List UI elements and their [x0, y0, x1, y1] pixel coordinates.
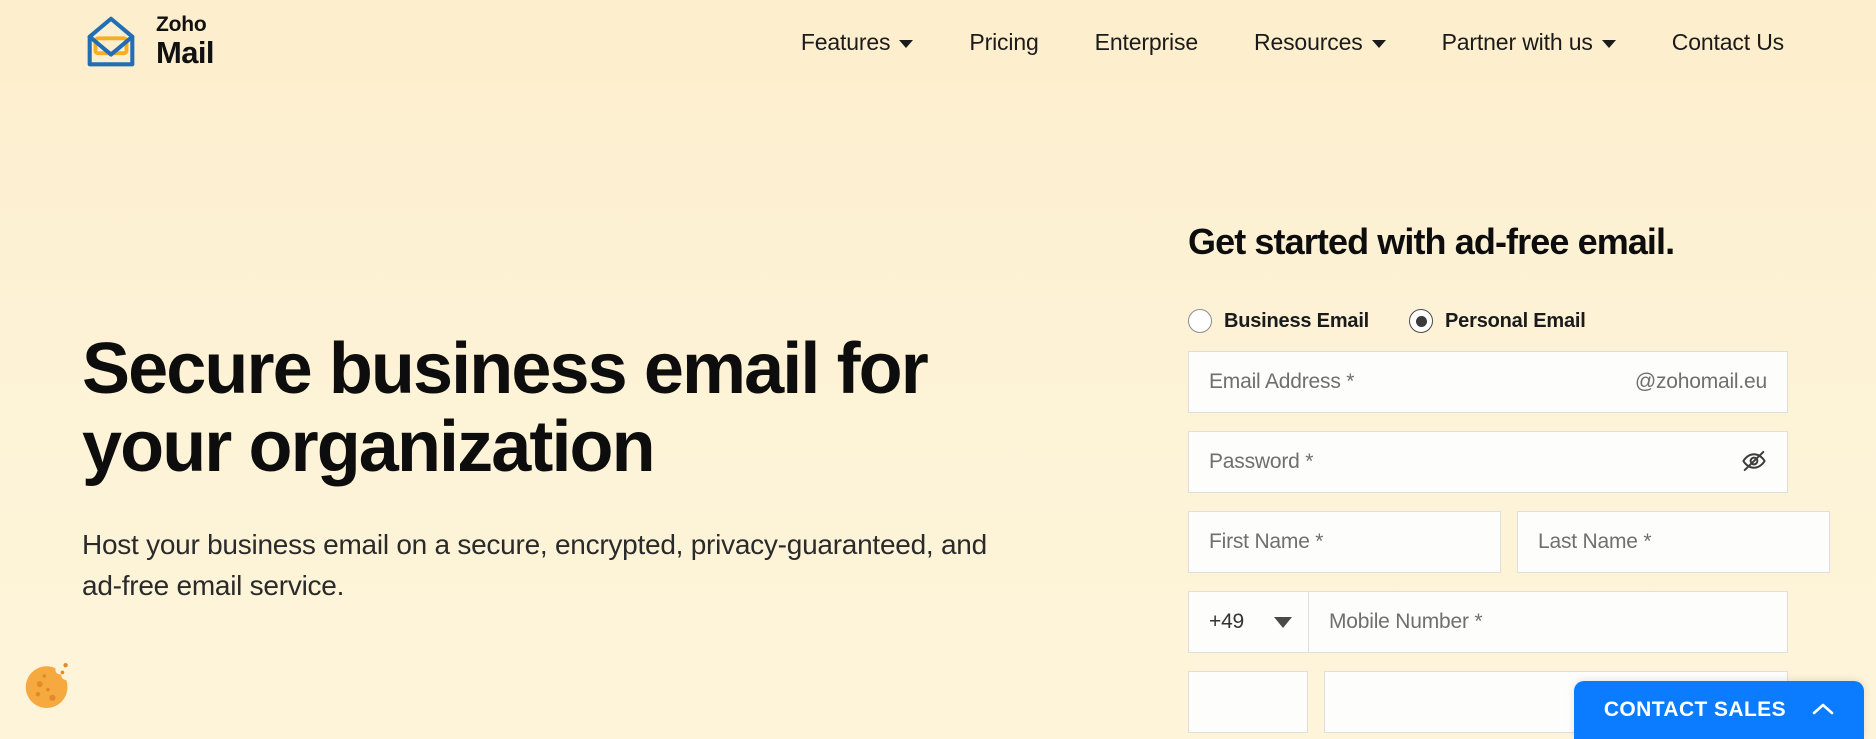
- radio-option-personal-email[interactable]: Personal Email: [1409, 309, 1612, 334]
- caret-down-icon: [1274, 616, 1292, 628]
- chevron-down-icon: [1371, 40, 1386, 48]
- radio-option-business-email[interactable]: Business Email: [1188, 309, 1395, 334]
- radio-indicator-personal-email[interactable]: [1409, 309, 1434, 334]
- contact-sales-button[interactable]: CONTACT SALES: [1573, 681, 1864, 739]
- brand-name-mail: Mail: [156, 34, 214, 70]
- brand-wordmark: Zoho Mail: [156, 12, 214, 71]
- brand-logo-link[interactable]: Zoho Mail: [80, 11, 214, 73]
- nav-item-pricing[interactable]: Pricing: [941, 19, 1066, 66]
- contact-sales-label: CONTACT SALES: [1603, 698, 1786, 721]
- nav-item-features[interactable]: Features: [773, 19, 942, 66]
- cookie-consent-button[interactable]: [10, 651, 84, 725]
- chevron-up-icon: [1812, 698, 1834, 722]
- radio-label-business-email: Business Email: [1224, 309, 1370, 332]
- nav-label-pricing: Pricing: [969, 28, 1039, 55]
- nav-label-resources: Resources: [1253, 28, 1363, 55]
- mobile-field-wrapper: [1308, 591, 1788, 654]
- name-fields-row: [1188, 511, 1830, 574]
- email-domain-suffix: @zohomail.eu: [1634, 370, 1767, 394]
- nav-label-features: Features: [800, 28, 891, 55]
- chevron-down-icon: [899, 40, 914, 48]
- nav-item-partner-with-us[interactable]: Partner with us: [1414, 19, 1644, 66]
- password-input[interactable]: [1189, 432, 1733, 493]
- eye-off-icon: [1741, 448, 1767, 477]
- nav-label-enterprise: Enterprise: [1094, 28, 1198, 55]
- email-input[interactable]: [1189, 352, 1635, 413]
- landing-page: Zoho Mail Features Pricing Enterprise Re…: [0, 0, 1876, 739]
- main-navigation: Features Pricing Enterprise Resources Pa…: [773, 19, 1812, 66]
- account-type-radio-group: Business Email Personal Email: [1188, 309, 1788, 334]
- signup-form: Get started with ad-free email. Business…: [1188, 220, 1830, 734]
- phone-fields-row: +49: [1188, 591, 1788, 654]
- site-header: Zoho Mail Features Pricing Enterprise Re…: [0, 0, 1876, 84]
- last-name-field-wrapper: [1517, 511, 1830, 574]
- zoho-mail-envelope-logo-icon: [80, 11, 142, 73]
- email-field-wrapper: @zohomail.eu: [1188, 351, 1788, 414]
- radio-indicator-business-email[interactable]: [1188, 309, 1212, 334]
- country-code-select[interactable]: +49: [1188, 591, 1308, 654]
- nav-item-enterprise[interactable]: Enterprise: [1067, 19, 1226, 66]
- hero-subtitle: Host your business email on a secure, en…: [82, 528, 987, 601]
- nav-label-contact-us: Contact Us: [1671, 28, 1784, 55]
- signup-heading: Get started with ad-free email.: [1188, 221, 1675, 262]
- mobile-number-input[interactable]: [1309, 592, 1787, 653]
- toggle-password-visibility-button[interactable]: [1733, 432, 1787, 492]
- first-name-input[interactable]: [1189, 512, 1500, 573]
- page-title: Secure business email for your organizat…: [82, 329, 929, 488]
- nav-item-resources[interactable]: Resources: [1226, 19, 1414, 66]
- cookie-icon: [18, 657, 76, 720]
- country-code-value: +49: [1209, 610, 1245, 634]
- first-name-field-wrapper: [1188, 511, 1501, 574]
- hero-section: Secure business email for your organizat…: [82, 330, 1062, 606]
- last-name-input[interactable]: [1518, 512, 1829, 573]
- radio-label-personal-email: Personal Email: [1445, 309, 1586, 332]
- chevron-down-icon: [1601, 40, 1616, 48]
- nav-label-partner-with-us: Partner with us: [1441, 28, 1593, 55]
- brand-name-zoho: Zoho: [156, 12, 207, 36]
- password-field-wrapper: [1188, 431, 1788, 494]
- nav-item-contact-us[interactable]: Contact Us: [1644, 19, 1812, 66]
- next-field-left-partial[interactable]: [1188, 671, 1308, 734]
